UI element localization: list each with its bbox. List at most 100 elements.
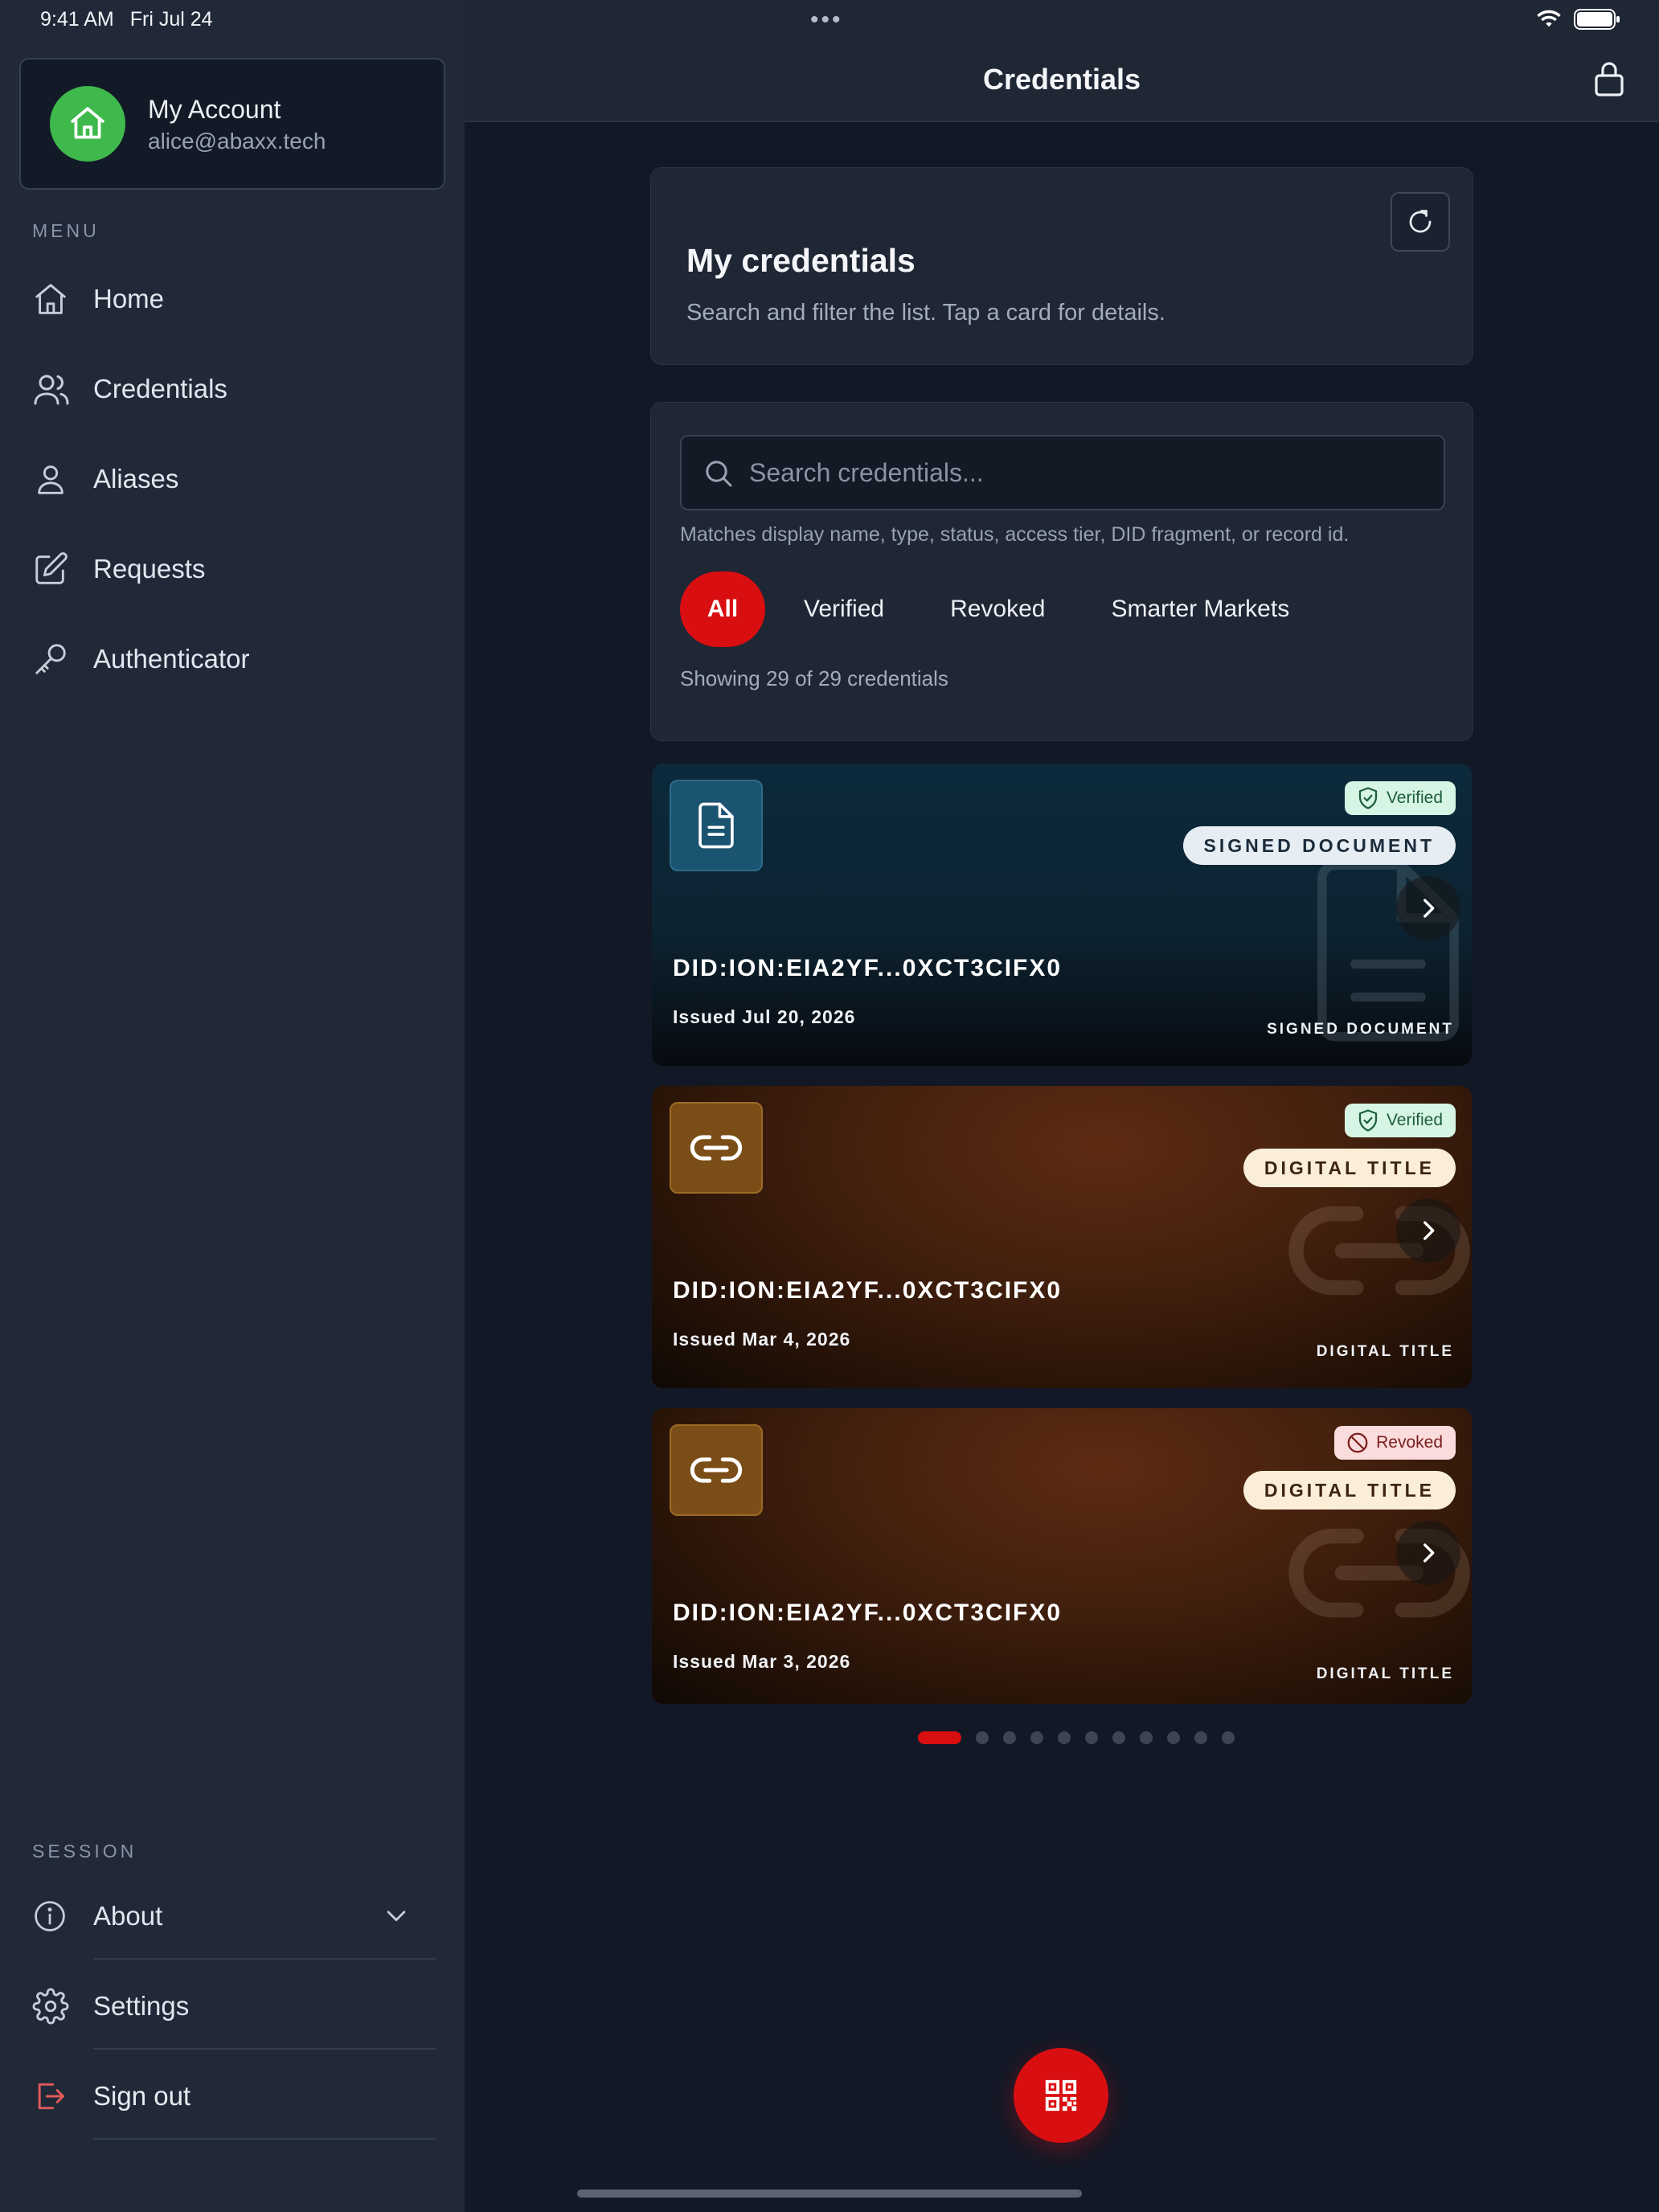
credential-type-footer: DIGITAL TITLE — [1316, 1343, 1454, 1360]
results-count: Showing 29 of 29 credentials — [680, 666, 948, 690]
status-badge: Verified — [1344, 1104, 1456, 1137]
status-badge: Revoked — [1334, 1426, 1456, 1460]
search-hint: Matches display name, type, status, acce… — [680, 523, 1350, 546]
chevron-down-icon[interactable] — [383, 1902, 410, 1933]
avatar — [50, 86, 125, 162]
page-dot[interactable] — [976, 1731, 989, 1744]
chevron-right-icon[interactable] — [1396, 1198, 1460, 1263]
credential-card[interactable]: Revoked DIGITAL TITLE DID:ION:EIA2YF...0… — [652, 1408, 1472, 1704]
search-input[interactable] — [749, 436, 1424, 509]
page-dot[interactable] — [1140, 1731, 1153, 1744]
status-label: Revoked — [1376, 1433, 1443, 1452]
chevron-right-icon[interactable] — [1396, 1521, 1460, 1585]
filter-chip-verified[interactable]: Verified — [804, 571, 884, 647]
sidebar-item-settings[interactable]: Settings — [32, 1974, 434, 2038]
main-content: ••• Credentials My credentials Search an… — [465, 0, 1659, 2212]
account-name: My Account — [148, 95, 281, 124]
gear-icon — [32, 1974, 93, 2038]
sidebar: 9:41 AM Fri Jul 24 My Account alice@abaxx… — [0, 0, 465, 2212]
credential-type-footer: SIGNED DOCUMENT — [1267, 1021, 1454, 1038]
refresh-icon — [1409, 210, 1432, 233]
credential-type-footer: DIGITAL TITLE — [1316, 1665, 1454, 1682]
sidebar-item-label: Home — [93, 284, 165, 313]
scan-qr-button[interactable] — [1014, 2048, 1108, 2143]
page-dot[interactable] — [1194, 1731, 1207, 1744]
status-bar-right — [1535, 8, 1620, 31]
sidebar-item-label: Authenticator — [93, 644, 250, 674]
multitasking-dots[interactable]: ••• — [810, 6, 843, 34]
top-bar: ••• Credentials — [465, 0, 1659, 122]
wifi-icon — [1537, 10, 1561, 27]
status-label: Verified — [1386, 789, 1443, 807]
divider — [93, 2138, 436, 2140]
credential-card[interactable]: Verified DIGITAL TITLE DID:ION:EIA2YF...… — [652, 1086, 1472, 1388]
sidebar-item-authenticator[interactable]: Authenticator — [32, 627, 434, 691]
page-dot[interactable] — [1003, 1731, 1016, 1744]
sidebar-item-label: Sign out — [93, 2081, 191, 2111]
page-dot[interactable] — [1167, 1731, 1180, 1744]
sidebar-item-about[interactable]: About — [32, 1884, 434, 1948]
divider — [93, 2048, 436, 2050]
credential-did: DID:ION:EIA2YF...0XCT3CIFX0 — [673, 1600, 1063, 1626]
refresh-button[interactable] — [1391, 192, 1450, 252]
page-dot[interactable] — [1222, 1731, 1235, 1744]
sidebar-item-requests[interactable]: Requests — [32, 537, 434, 601]
type-badge: DIGITAL TITLE — [1243, 1471, 1456, 1509]
credential-issued-date: Issued Jul 20, 2026 — [673, 1006, 856, 1027]
page-dot[interactable] — [1112, 1731, 1125, 1744]
sidebar-item-label: Aliases — [93, 464, 179, 494]
link-icon — [670, 1102, 763, 1194]
section-title: My credentials — [686, 242, 916, 279]
session-section-label: SESSION — [32, 1841, 137, 1862]
filter-chips: All Verified Revoked Smarter Markets — [680, 571, 1289, 647]
filter-card: Matches display name, type, status, acce… — [650, 402, 1473, 741]
sidebar-item-signout[interactable]: Sign out — [32, 2064, 434, 2128]
divider — [93, 1958, 436, 1960]
edit-icon — [32, 537, 93, 601]
search-box[interactable] — [680, 435, 1445, 510]
sidebar-item-aliases[interactable]: Aliases — [32, 447, 434, 511]
home-icon — [71, 107, 104, 139]
sidebar-item-label: Requests — [93, 554, 206, 584]
logout-icon — [32, 2064, 93, 2128]
credential-issued-date: Issued Mar 4, 2026 — [673, 1329, 851, 1350]
credential-did: DID:ION:EIA2YF...0XCT3CIFX0 — [673, 1277, 1063, 1304]
document-icon — [670, 780, 763, 871]
info-icon — [32, 1884, 93, 1948]
filter-chip-revoked[interactable]: Revoked — [950, 571, 1045, 647]
filter-chip-all[interactable]: All — [680, 571, 765, 647]
status-badge: Verified — [1344, 781, 1456, 815]
sidebar-item-home[interactable]: Home — [32, 267, 434, 331]
qr-code-icon — [1045, 2079, 1077, 2112]
status-date: Fri Jul 24 — [129, 8, 213, 31]
lock-icon[interactable] — [1593, 59, 1625, 102]
sidebar-item-label: Settings — [93, 1991, 190, 2021]
section-subtitle: Search and filter the list. Tap a card f… — [686, 300, 1165, 326]
page-dot[interactable] — [1058, 1731, 1071, 1744]
header-card: My credentials Search and filter the lis… — [650, 167, 1473, 365]
page-dot-active[interactable] — [918, 1731, 961, 1744]
status-label: Verified — [1386, 1111, 1443, 1129]
home-icon — [32, 267, 93, 331]
home-indicator — [577, 2189, 1082, 2198]
chevron-right-icon[interactable] — [1396, 876, 1460, 940]
credential-issued-date: Issued Mar 3, 2026 — [673, 1651, 851, 1672]
user-icon — [32, 447, 93, 511]
page-title: Credentials — [982, 63, 1141, 96]
sidebar-item-label: Credentials — [93, 374, 227, 403]
sidebar-item-credentials[interactable]: Credentials — [32, 357, 434, 421]
shield-check-icon — [1358, 1109, 1378, 1132]
menu-section-label: MENU — [32, 220, 100, 241]
shield-check-icon — [1358, 787, 1378, 809]
page-dot[interactable] — [1030, 1731, 1043, 1744]
credential-did: DID:ION:EIA2YF...0XCT3CIFX0 — [673, 955, 1063, 981]
filter-chip-smarter-markets[interactable]: Smarter Markets — [1111, 571, 1289, 647]
link-icon — [670, 1424, 763, 1516]
account-card[interactable]: My Account alice@abaxx.tech — [19, 58, 445, 190]
credential-card[interactable]: Verified SIGNED DOCUMENT DID:ION:EIA2YF.… — [652, 764, 1472, 1066]
page-indicator — [918, 1731, 1235, 1744]
account-email: alice@abaxx.tech — [148, 129, 326, 154]
ban-icon — [1347, 1432, 1368, 1453]
search-icon — [703, 457, 735, 494]
page-dot[interactable] — [1085, 1731, 1098, 1744]
